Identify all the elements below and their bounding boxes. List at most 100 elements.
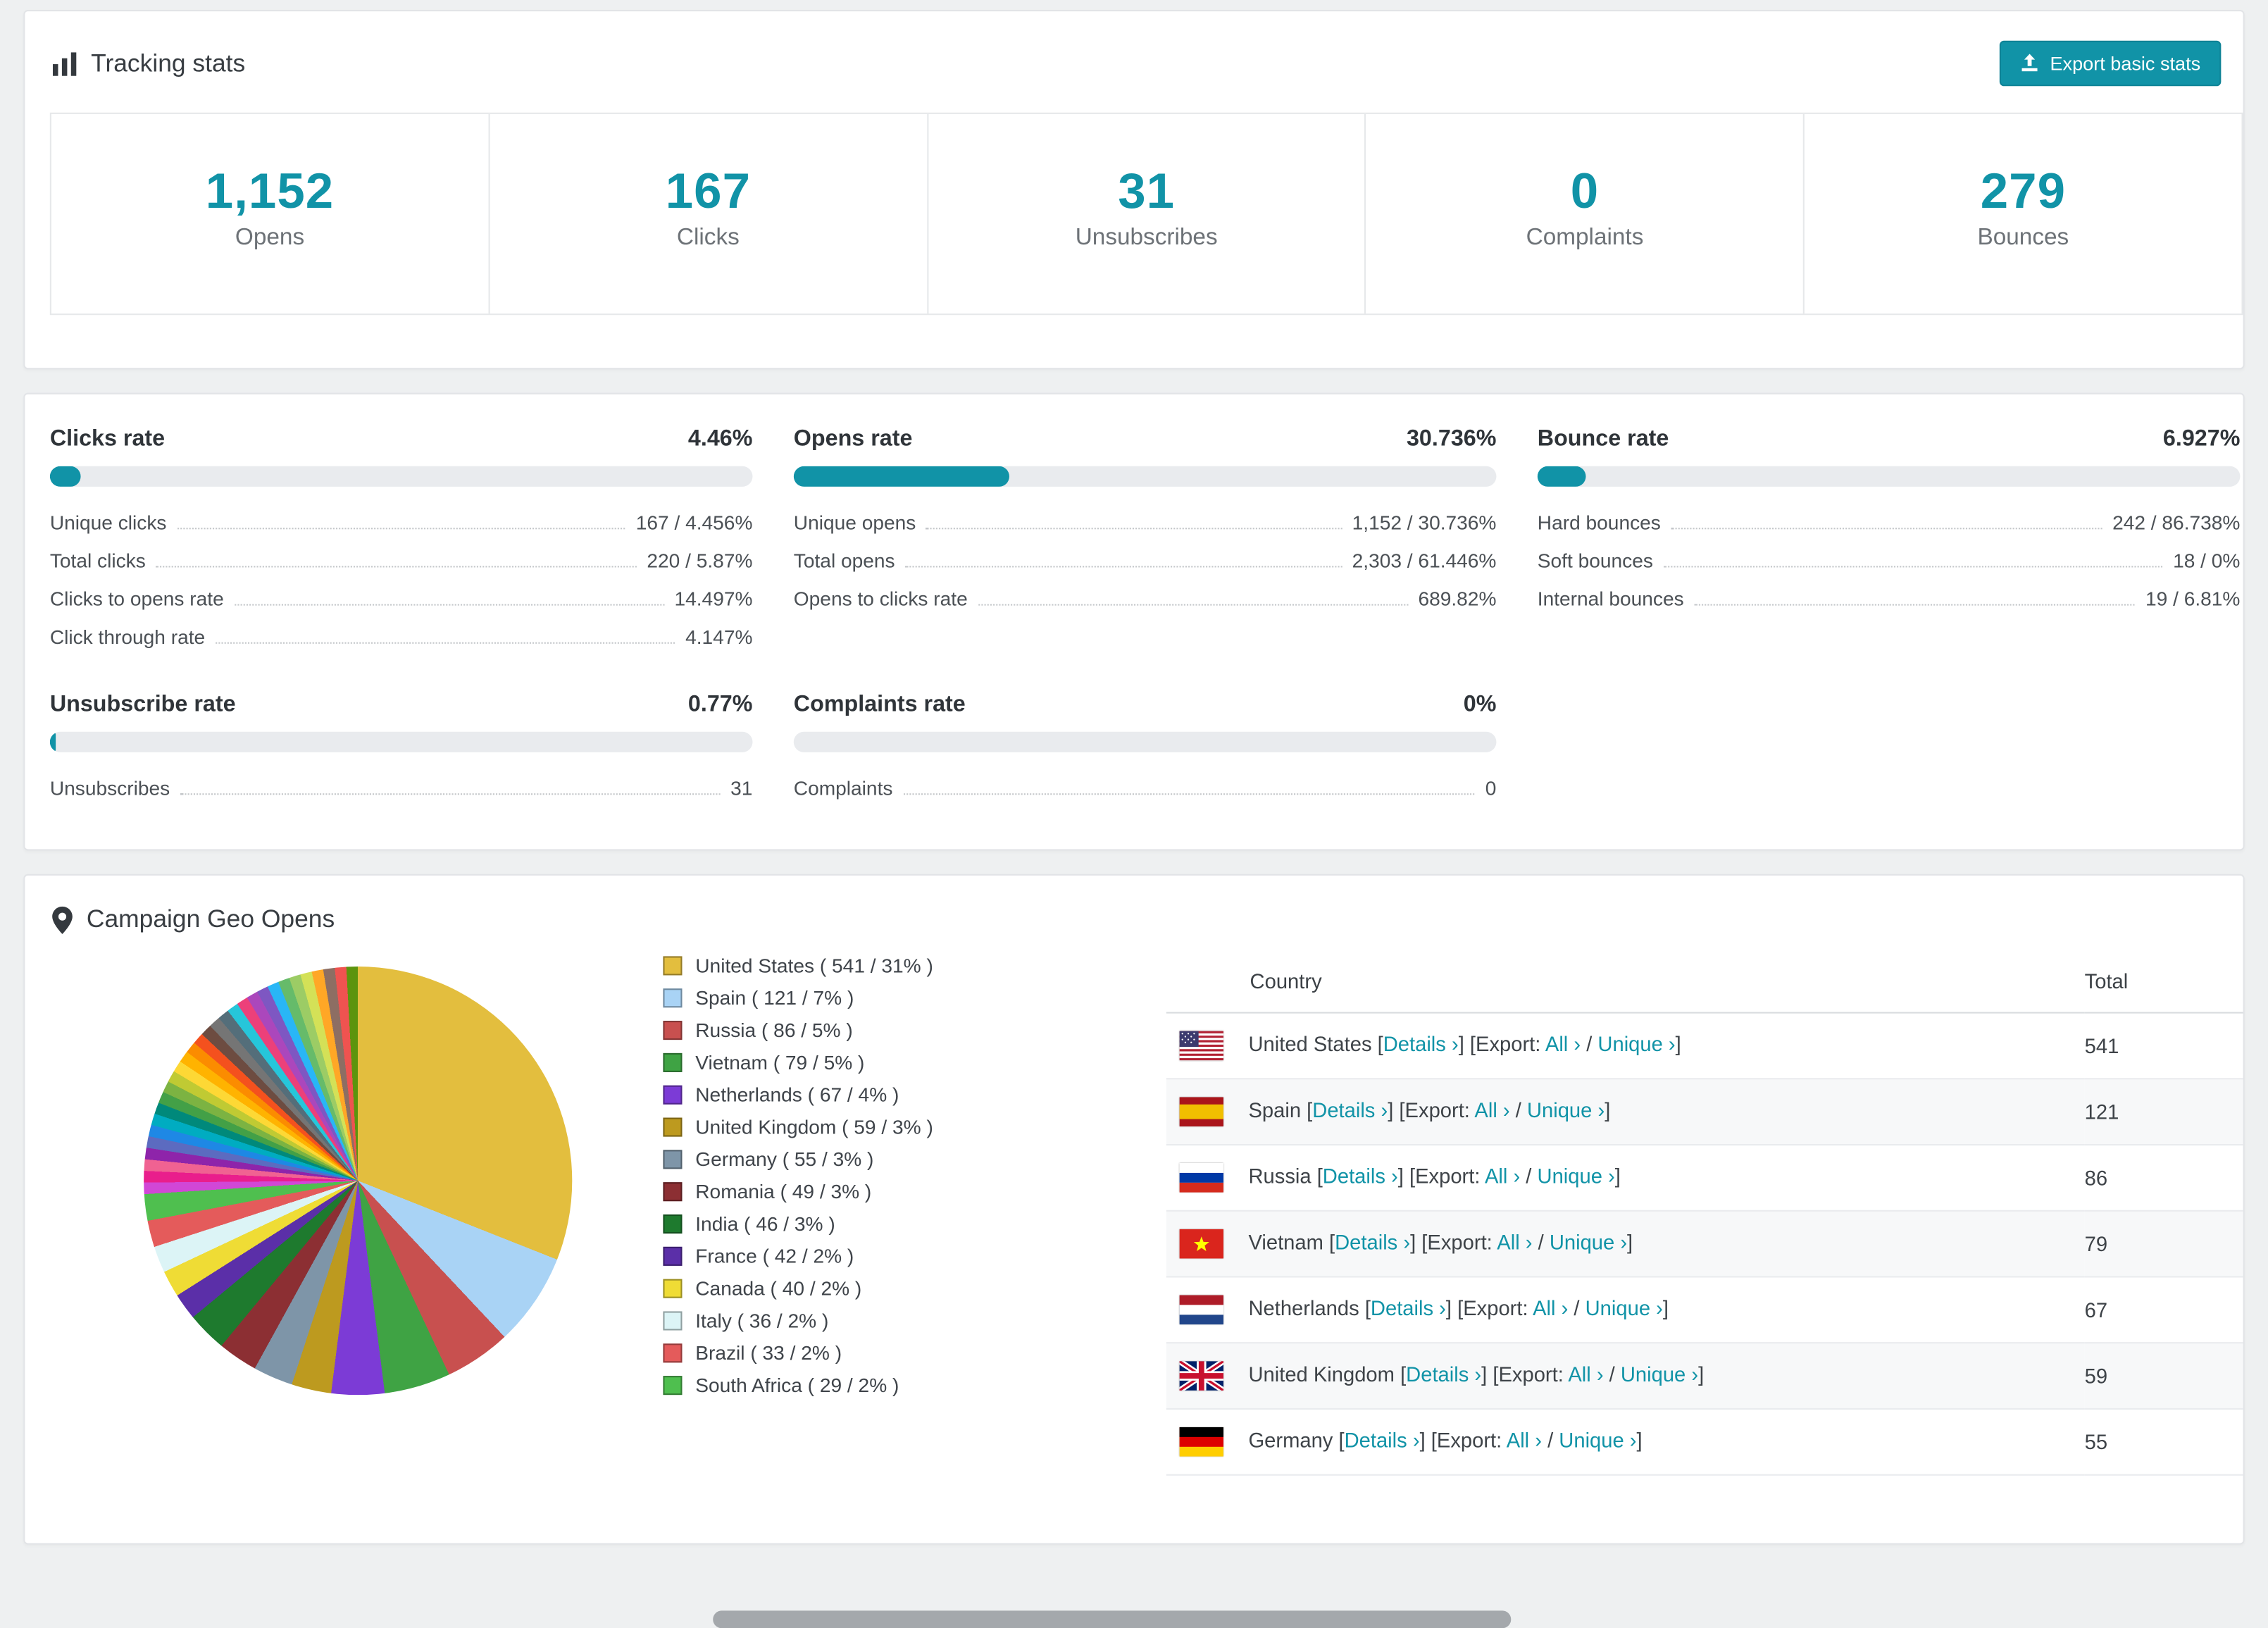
legend-color-swatch: [663, 1376, 683, 1396]
map-pin-icon: [51, 905, 73, 934]
legend-color-swatch: [663, 1214, 683, 1234]
bracket-close: ]: [1675, 1032, 1681, 1056]
dashboard: Tracking stats Export basic stats 1,152 …: [0, 10, 2268, 1628]
legend-label: Romania ( 49 / 3% ): [695, 1181, 872, 1203]
dotted-leader: [905, 566, 1342, 568]
geo-table-row: Vietnam [Details ›] [Export: All › / Uni…: [1166, 1210, 2243, 1278]
legend-label: Russia ( 86 / 5% ): [695, 1019, 853, 1042]
country-total: 541: [2084, 1012, 2243, 1080]
country-cell: Spain [Details ›] [Export: All › / Uniqu…: [1166, 1079, 2085, 1146]
legend-color-swatch: [663, 1052, 683, 1072]
geo-opens-title: Campaign Geo Opens: [51, 905, 335, 935]
export-all-link[interactable]: All ›: [1533, 1296, 1568, 1319]
country-cell: Vietnam [Details ›] [Export: All › / Uni…: [1166, 1210, 2085, 1278]
bracket-open: [: [1307, 1098, 1313, 1122]
geo-table-row: Netherlands [Details ›] [Export: All › /…: [1166, 1276, 2243, 1344]
details-link[interactable]: Details ›: [1371, 1296, 1446, 1319]
rate-rows: Unique clicks 167 / 4.456% Total clicks …: [50, 511, 753, 648]
country-flag-icon: [1179, 1229, 1224, 1259]
country-flag-icon: [1179, 1031, 1224, 1061]
dotted-leader: [1663, 566, 2163, 568]
legend-label: Italy ( 36 / 2% ): [695, 1310, 829, 1332]
rate-row-value: 4.147%: [685, 626, 753, 649]
rate-block: Clicks rate 4.46% Unique clicks 167 / 4.…: [49, 427, 753, 648]
legend-color-swatch: [663, 988, 683, 1008]
country-name: United States: [1248, 1032, 1378, 1056]
details-link[interactable]: Details ›: [1323, 1164, 1398, 1188]
country-name: Spain: [1248, 1098, 1307, 1122]
rate-head: Unsubscribe rate 0.77%: [50, 692, 753, 719]
legend-item: Russia ( 86 / 5% ): [663, 1019, 1078, 1041]
export-all-link[interactable]: All ›: [1485, 1164, 1520, 1188]
dotted-leader: [177, 528, 626, 530]
legend-color-swatch: [663, 1311, 683, 1331]
bracket-mid: ] [Export:: [1445, 1295, 1533, 1320]
geo-table-header-row: Country Total: [1166, 948, 2243, 1014]
stat-value: 31: [1118, 163, 1176, 220]
export-all-link[interactable]: All ›: [1474, 1098, 1509, 1121]
legend-item: Italy ( 36 / 2% ): [663, 1310, 1078, 1332]
bracket-mid: ] [Export:: [1410, 1230, 1497, 1254]
stat-label: Complaints: [1526, 225, 1644, 251]
country-cell: Germany [Details ›] [Export: All › / Uni…: [1166, 1408, 2085, 1476]
rate-rows: Unsubscribes 31: [50, 777, 753, 799]
rate-title: Bounce rate: [1537, 426, 1669, 452]
bracket-mid: ] [Export:: [1388, 1098, 1475, 1122]
export-unique-link[interactable]: Unique ›: [1559, 1428, 1636, 1451]
rates-card: Clicks rate 4.46% Unique clicks 167 / 4.…: [23, 392, 2245, 851]
details-link[interactable]: Details ›: [1345, 1428, 1420, 1451]
legend-item: Brazil ( 33 / 2% ): [663, 1342, 1078, 1364]
rate-head: Opens rate 30.736%: [794, 427, 1497, 453]
rate-row-label: Opens to clicks rate: [793, 588, 968, 610]
legend-label: Brazil ( 33 / 2% ): [695, 1342, 842, 1365]
geo-pie-chart[interactable]: [144, 966, 573, 1396]
details-link[interactable]: Details ›: [1383, 1032, 1459, 1055]
country-cell: Russia [Details ›] [Export: All › / Uniq…: [1166, 1145, 2085, 1212]
horizontal-scrollbar-thumb[interactable]: [713, 1610, 1512, 1628]
bracket-close: ]: [1662, 1295, 1669, 1320]
rate-progress-bar: [793, 466, 1497, 487]
rate-title: Complaints rate: [793, 692, 966, 717]
rate-row-label: Clicks to opens rate: [49, 588, 224, 610]
legend-color-swatch: [663, 1150, 683, 1169]
country-name: Vietnam: [1248, 1230, 1330, 1254]
geo-opens-title-text: Campaign Geo Opens: [86, 905, 335, 933]
stat-value: 0: [1570, 163, 1600, 220]
bracket-mid: ] [Export:: [1458, 1032, 1545, 1056]
export-unique-link[interactable]: Unique ›: [1527, 1098, 1605, 1121]
rate-row-value: 242 / 86.738%: [2112, 511, 2241, 534]
export-all-link[interactable]: All ›: [1507, 1428, 1542, 1451]
legend-item: Canada ( 40 / 2% ): [663, 1278, 1078, 1300]
legend-item: France ( 42 / 2% ): [663, 1245, 1078, 1267]
export-all-link[interactable]: All ›: [1545, 1032, 1581, 1055]
dotted-leader: [215, 642, 675, 644]
geo-table-row: Russia [Details ›] [Export: All › / Uniq…: [1166, 1145, 2243, 1212]
export-unique-link[interactable]: Unique ›: [1550, 1230, 1627, 1253]
export-basic-stats-button[interactable]: Export basic stats: [2000, 40, 2222, 87]
export-all-link[interactable]: All ›: [1497, 1230, 1532, 1253]
stat-label: Clicks: [676, 225, 740, 251]
export-unique-link[interactable]: Unique ›: [1585, 1296, 1663, 1319]
legend-label: United States ( 541 / 31% ): [695, 955, 933, 977]
rate-row-label: Complaints: [793, 777, 893, 800]
country-total: 79: [2084, 1210, 2243, 1278]
country-flag-icon: [1179, 1295, 1224, 1325]
rate-row: Opens to clicks rate 689.82%: [794, 588, 1497, 610]
export-unique-link[interactable]: Unique ›: [1597, 1032, 1675, 1055]
export-all-link[interactable]: All ›: [1568, 1362, 1603, 1386]
details-link[interactable]: Details ›: [1335, 1230, 1410, 1253]
bracket-close: ]: [1614, 1164, 1621, 1188]
legend-label: Vietnam ( 79 / 5% ): [695, 1051, 865, 1074]
rate-row: Complaints 0: [794, 777, 1497, 799]
stats-row: 1,152 Opens 167 Clicks 31 Unsubscribes 0…: [49, 112, 2243, 316]
geo-table-row: United Kingdom [Details ›] [Export: All …: [1166, 1343, 2243, 1410]
legend-label: Germany ( 55 / 3% ): [695, 1148, 874, 1171]
stat-box: 31 Unsubscribes: [926, 113, 1364, 314]
tracking-stats-title-text: Tracking stats: [91, 49, 246, 77]
export-unique-link[interactable]: Unique ›: [1621, 1362, 1698, 1386]
export-unique-link[interactable]: Unique ›: [1538, 1164, 1615, 1188]
geo-opens-header: Campaign Geo Opens: [25, 876, 2243, 934]
rate-rows: Hard bounces 242 / 86.738% Soft bounces …: [1538, 511, 2241, 610]
details-link[interactable]: Details ›: [1312, 1098, 1388, 1121]
details-link[interactable]: Details ›: [1406, 1362, 1481, 1386]
